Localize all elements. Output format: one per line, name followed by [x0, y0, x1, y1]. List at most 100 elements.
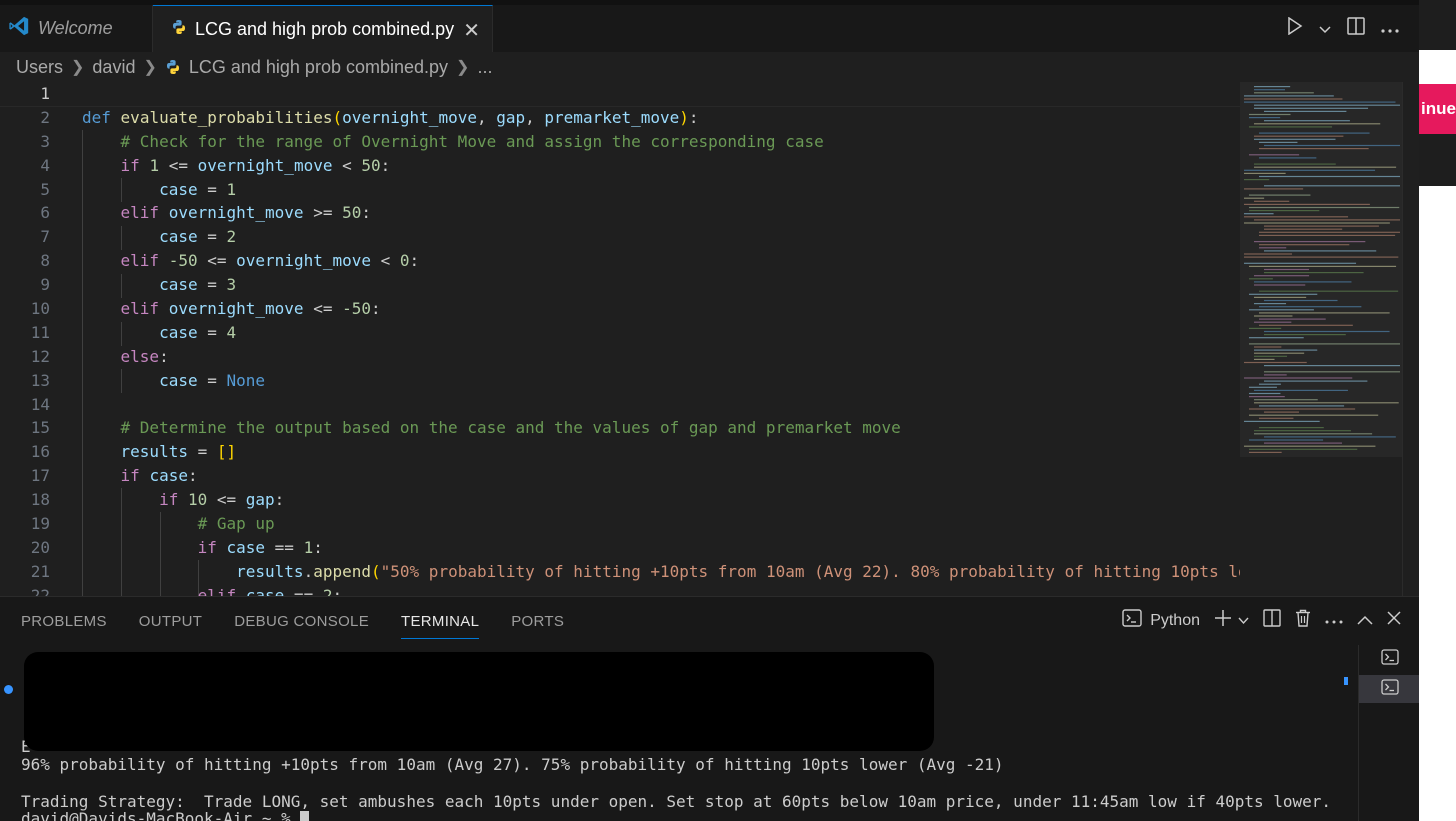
line-number: 3 [40, 131, 50, 151]
code-line[interactable]: elif -50 <= overnight_move < 0: [82, 249, 1240, 273]
breadcrumb-item-symbols[interactable]: ... [477, 57, 492, 78]
code-line[interactable] [82, 393, 1240, 417]
string: "50% probability of hitting +10pts from … [380, 561, 1240, 581]
code-line[interactable]: # Determine the output based on the case… [82, 416, 1240, 440]
param: overnight_move [342, 107, 477, 127]
new-terminal-plus-icon[interactable] [1214, 609, 1232, 632]
code-editor[interactable]: 1 2 3 4 5 6 7 8 9 10 11 12 13 14 15 16 1… [0, 82, 1240, 596]
code-line[interactable]: if case: [82, 464, 1240, 488]
code-line[interactable]: # Gap up [82, 512, 1240, 536]
panel-tabs: PROBLEMS OUTPUT DEBUG CONSOLE TERMINAL P… [0, 597, 596, 645]
keyword: def [82, 107, 111, 127]
code-line[interactable]: elif overnight_move <= -50: [82, 297, 1240, 321]
chevron-right-icon: ❯ [456, 59, 470, 76]
split-editor-icon[interactable] [1347, 17, 1365, 40]
variable: case [159, 179, 198, 199]
tab-terminal[interactable]: TERMINAL [401, 597, 480, 645]
function-name: evaluate_probabilities [120, 107, 333, 127]
editor-scrollbar[interactable] [1402, 82, 1419, 596]
variable: case [149, 466, 188, 486]
run-options-chevron-icon[interactable] [1319, 18, 1331, 39]
code-line[interactable]: def evaluate_probabilities(overnight_mov… [82, 106, 1240, 130]
number: 50 [342, 203, 362, 223]
terminal-instance-2[interactable] [1359, 675, 1419, 703]
line-number: 7 [40, 227, 50, 247]
number: 2 [226, 227, 237, 247]
run-python-file-button[interactable] [1287, 16, 1303, 40]
number: 10 [187, 490, 208, 510]
keyword: else [120, 346, 160, 366]
more-actions-icon[interactable] [1325, 612, 1343, 630]
variable: overnight_move [168, 203, 304, 223]
code-line[interactable]: case = 2 [82, 225, 1240, 249]
code-line[interactable]: if 1 <= overnight_move < 50: [82, 154, 1240, 178]
chevron-right-icon: ❯ [71, 59, 85, 76]
background-bar [1419, 134, 1456, 186]
python-file-icon [171, 19, 187, 40]
code-line[interactable]: results.append("50% probability of hitti… [82, 560, 1240, 584]
code-line[interactable]: case = 1 [82, 178, 1240, 202]
line-number-gutter: 1 2 3 4 5 6 7 8 9 10 11 12 13 14 15 16 1… [0, 82, 50, 596]
line-number: 11 [30, 322, 50, 342]
line-number: 15 [30, 418, 50, 438]
tab-ports[interactable]: PORTS [511, 597, 564, 645]
param: premarket_move [544, 107, 680, 127]
chevron-down-icon[interactable] [1238, 612, 1249, 630]
code-line[interactable]: elif case == 2: [82, 584, 1240, 596]
keyword: if [120, 155, 140, 175]
line-number: 4 [40, 155, 50, 175]
number: 1 [149, 155, 160, 175]
python-file-icon [165, 59, 181, 75]
panel-actions: Python [1122, 609, 1401, 632]
keyword: elif [197, 585, 237, 596]
chevron-right-icon: ❯ [143, 59, 157, 76]
terminal-output[interactable]: E 96% probability of hitting +10pts from… [0, 647, 1358, 821]
terminal-instance-1[interactable] [1359, 645, 1419, 673]
comment: # Determine the output based on the case… [120, 418, 901, 438]
terminal-prompt[interactable]: david@Davids-MacBook-Air ~ % [21, 809, 310, 821]
tab-label: LCG and high prob combined.py [195, 19, 455, 39]
tab-python-file[interactable]: LCG and high prob combined.py ✕ [153, 5, 493, 53]
line-number: 10 [30, 299, 50, 319]
terminal-profile[interactable]: Python [1122, 609, 1200, 632]
breadcrumb-item-david[interactable]: david [92, 57, 135, 78]
breadcrumb: Users ❯ david ❯ LCG and high prob combin… [0, 52, 1419, 82]
line-number: 19 [30, 514, 50, 534]
code-line[interactable]: case = None [82, 369, 1240, 393]
variable: case [159, 227, 198, 247]
code-line[interactable]: case = 4 [82, 321, 1240, 345]
code-line[interactable]: results = [] [82, 440, 1240, 464]
minimap[interactable] [1240, 82, 1402, 596]
split-terminal-icon[interactable] [1263, 609, 1281, 632]
line-number: 13 [30, 370, 50, 390]
tab-welcome[interactable]: Welcome [0, 5, 153, 52]
code-line[interactable]: elif overnight_move >= 50: [82, 201, 1240, 225]
code-line[interactable]: if 10 <= gap: [82, 488, 1240, 512]
trash-icon[interactable] [1295, 609, 1311, 632]
continue-button[interactable]: inue [1419, 84, 1456, 134]
code-line[interactable] [0, 82, 1240, 107]
code-line[interactable]: case = 3 [82, 273, 1240, 297]
tab-problems[interactable]: PROBLEMS [21, 597, 107, 645]
tab-debug-console[interactable]: DEBUG CONSOLE [234, 597, 369, 645]
terminal-icon [1122, 609, 1142, 632]
variable: case [159, 370, 198, 390]
maximize-panel-chevron-up-icon[interactable] [1357, 612, 1373, 630]
minimap-slider[interactable] [1240, 82, 1402, 457]
close-tab-icon[interactable]: ✕ [463, 18, 480, 43]
more-actions-icon[interactable] [1381, 18, 1399, 39]
command-decoration-dot[interactable] [4, 685, 13, 694]
breadcrumb-item-users[interactable]: Users [16, 57, 63, 78]
line-number: 2 [40, 107, 50, 127]
code-line[interactable]: if case == 1: [82, 536, 1240, 560]
breadcrumb-item-file[interactable]: LCG and high prob combined.py [189, 57, 448, 78]
function-name: append [313, 561, 371, 581]
code-line[interactable]: # Check for the range of Overnight Move … [82, 130, 1240, 154]
close-panel-icon[interactable] [1387, 611, 1401, 630]
tab-output[interactable]: OUTPUT [139, 597, 202, 645]
terminal-icon [1381, 649, 1399, 669]
terminal-line-probability: 96% probability of hitting +10pts from 1… [21, 755, 1004, 774]
line-number: 22 [30, 585, 50, 596]
code-line[interactable]: else: [82, 345, 1240, 369]
keyword: if [120, 466, 140, 486]
